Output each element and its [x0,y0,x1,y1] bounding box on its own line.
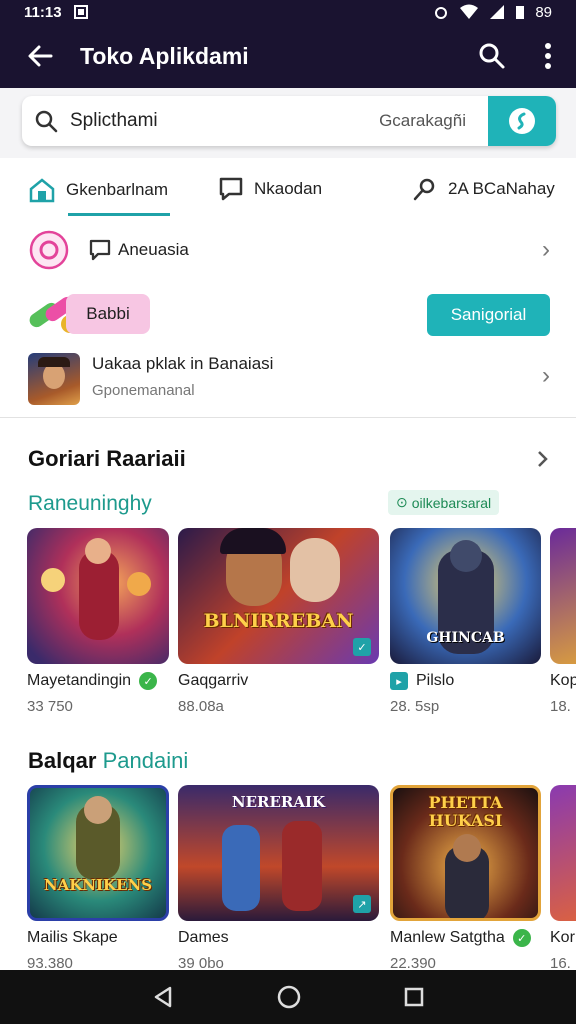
game-art-title: PHETTA HUKASI [428,793,503,830]
wifi-icon [460,4,479,19]
game-name: Manlew Satgtha ✓ [390,929,541,947]
game-card[interactable]: BLNIRREBAN ✓ Gaqgarriv 88.08a [178,528,379,715]
status-badge: ⊙ oilkebarsaral [388,490,500,515]
game-card[interactable]: NERERAIK ↗ Dames 39 0bo [178,785,379,972]
voice-search-button[interactable] [488,96,556,146]
tab-messages[interactable]: Nkaodan [218,176,322,202]
game-meta: 18. [550,698,571,715]
notification-label: Aneuasia [118,240,189,259]
section-subtitle: Raneuninghy [28,492,152,515]
game-name: Gaqgarriv [178,672,249,689]
divider [0,417,576,418]
tab-home-label: Gkenbarlnam [66,180,169,199]
tab-messages-label: Nkaodan [254,179,323,198]
game-name: Kor [550,929,575,946]
app-avatar [28,353,80,405]
search-icon [479,43,505,69]
game-art-title: BLNIRREBAN [203,610,354,632]
game-name: ▸ Pilslo [390,672,541,690]
game-card[interactable]: Mayetandingin ✓ 33 750 [27,528,169,715]
status-bar: 11:13 89 [0,0,576,24]
game-art-title: NERERAIK [231,793,326,811]
app-icon: ▸ [390,672,408,690]
search-field-icon [22,109,70,133]
section-title: Balqar Pandaini [28,748,188,774]
nav-back-icon[interactable] [151,985,175,1009]
app-subtitle: Gponemananal [92,382,195,399]
game-card-partial[interactable]: Kop 18. [550,528,576,715]
status-icons: 89 [433,4,552,21]
voice-icon [509,108,535,134]
system-nav-bar [0,970,576,1024]
verified-icon: ✓ [512,929,531,947]
notification-icon [73,5,88,19]
tab-home[interactable]: Gkenbarlnam [28,176,171,216]
notification-row[interactable]: Aneuasia › [0,228,576,272]
pin-icon [413,178,435,201]
verified-icon: ↗ [353,895,371,913]
status-time: 11:13 [24,3,62,21]
game-thumbnail: NAKNIKENS [27,785,169,921]
section-title: Goriari Raariaii [28,446,186,471]
game-name: Dames [178,929,229,946]
comment-icon [89,239,111,261]
game-card-partial[interactable]: Kor 16. [550,785,576,972]
promo-action-button[interactable]: Sanigorial [427,294,550,336]
chevron-right-icon[interactable] [536,450,550,468]
signal-icon [490,5,505,19]
game-name: Mailis Skape [27,929,118,946]
game-thumbnail: NERERAIK ↗ [178,785,379,921]
home-icon [29,178,55,203]
search-hint: Gcarakagñi [379,111,466,130]
nav-recents-icon[interactable] [403,986,425,1008]
search-box[interactable]: Splicthami Gcarakagñi [22,96,556,146]
more-options-button[interactable] [520,24,576,88]
app-title: Uakaa pklak in Banaiasi [92,354,274,373]
search-input[interactable]: Splicthami [70,110,379,132]
app-bar: Toko Aplikdami [0,24,576,88]
alarm-icon [435,7,448,19]
section-title-dark: Balqar [28,748,97,773]
tab-pinned-label: 2A BCaNahay [448,179,555,198]
verified-icon: ✓ [353,638,371,656]
game-thumbnail: BLNIRREBAN ✓ [178,528,379,664]
game-meta: 88.08a [178,698,224,715]
check-icon: ⊙ [396,494,408,510]
game-card[interactable]: PHETTA HUKASI Manlew Satgtha ✓ 22.390 [390,785,541,972]
tab-pinned[interactable]: 2A BCaNahay [412,176,555,202]
battery-level: 89 [535,3,552,21]
more-vert-icon [545,43,551,69]
game-art-title: GHINCAB [426,630,505,646]
battery-icon [516,6,525,19]
promo-chip[interactable]: Babbi [66,294,150,334]
chevron-right-icon: › [542,362,550,389]
tab-bar: Gkenbarlnam Nkaodan 2A BCaNahay [0,158,576,220]
target-icon [29,230,69,270]
chat-icon [219,177,243,201]
app-row[interactable]: Uakaa pklak in Banaiasi Gponemananal › [0,352,576,406]
verified-icon: ✓ [139,672,158,690]
nav-home-icon[interactable] [276,984,302,1010]
search-area: Splicthami Gcarakagñi [0,88,576,158]
game-thumbnail [550,785,576,921]
arrow-left-icon [28,45,53,67]
game-meta: 33 750 [27,698,73,715]
game-name: Kop [550,672,576,689]
game-thumbnail: GHINCAB [390,528,541,664]
badge-label: oilkebarsaral [411,494,492,511]
back-button[interactable] [0,24,80,88]
game-name: Mayetandingin ✓ [27,672,169,690]
game-thumbnail: PHETTA HUKASI [390,785,541,921]
page-title: Toko Aplikdami [80,42,249,69]
chevron-right-icon: › [542,236,550,263]
search-button[interactable] [464,24,520,88]
section-title-accent: Pandaini [102,748,189,773]
game-thumbnail [27,528,169,664]
game-meta: 28. 5sp [390,698,440,715]
game-thumbnail [550,528,576,664]
game-card[interactable]: GHINCAB ▸ Pilslo 28. 5sp [390,528,541,715]
game-art-title: NAKNIKENS [43,876,153,894]
game-card[interactable]: NAKNIKENS Mailis Skape 93.380 [27,785,169,972]
magnifier-icon [35,110,58,133]
